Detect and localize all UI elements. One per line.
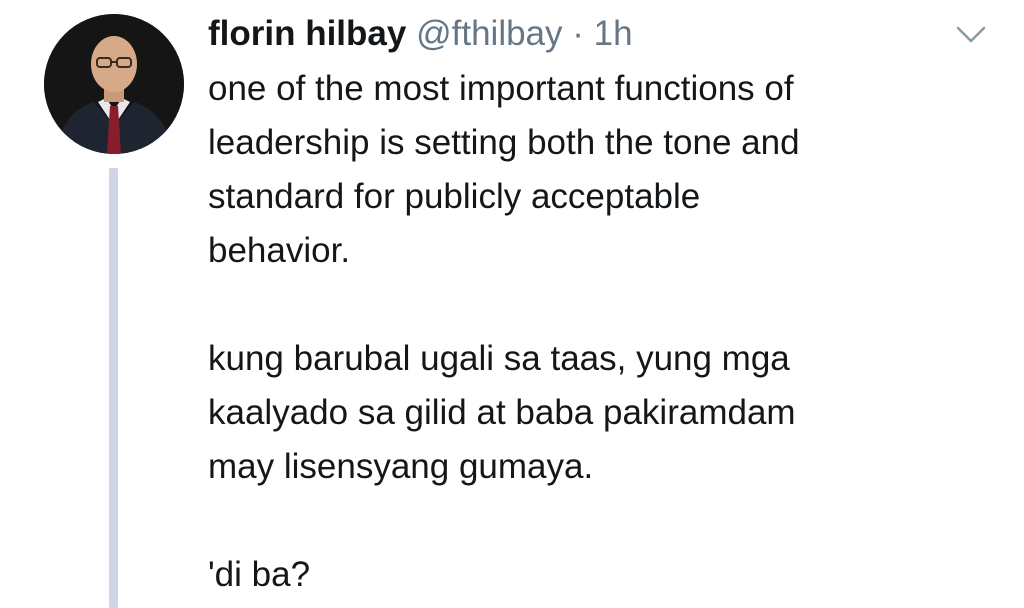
tweet-line: 'di ba? bbox=[208, 555, 311, 594]
tweet-line: may lisensyang gumaya. bbox=[208, 447, 594, 486]
tweet: florin hilbay @fthilbay · 1h one of the … bbox=[0, 0, 1024, 608]
avatar[interactable] bbox=[44, 14, 184, 154]
tweet-line: kung barubal ugali sa taas, yung mga bbox=[208, 339, 790, 378]
thread-line bbox=[109, 168, 118, 608]
tweet-line: behavior. bbox=[208, 231, 351, 270]
user-handle[interactable]: @fthilbay bbox=[416, 14, 562, 53]
display-name[interactable]: florin hilbay bbox=[208, 14, 406, 53]
tweet-line: standard for publicly acceptable bbox=[208, 177, 701, 216]
separator-dot: · bbox=[572, 14, 584, 53]
tweet-line: leadership is setting both the tone and bbox=[208, 123, 800, 162]
chevron-down-icon[interactable] bbox=[954, 22, 988, 46]
tweet-text: one of the most important functions of l… bbox=[208, 62, 998, 602]
timestamp[interactable]: 1h bbox=[594, 14, 633, 53]
tweet-line: one of the most important functions of bbox=[208, 69, 794, 108]
profile-photo bbox=[44, 14, 184, 154]
tweet-line: kaalyado sa gilid at baba pakiramdam bbox=[208, 393, 796, 432]
tweet-header: florin hilbay @fthilbay · 1h bbox=[208, 12, 633, 58]
